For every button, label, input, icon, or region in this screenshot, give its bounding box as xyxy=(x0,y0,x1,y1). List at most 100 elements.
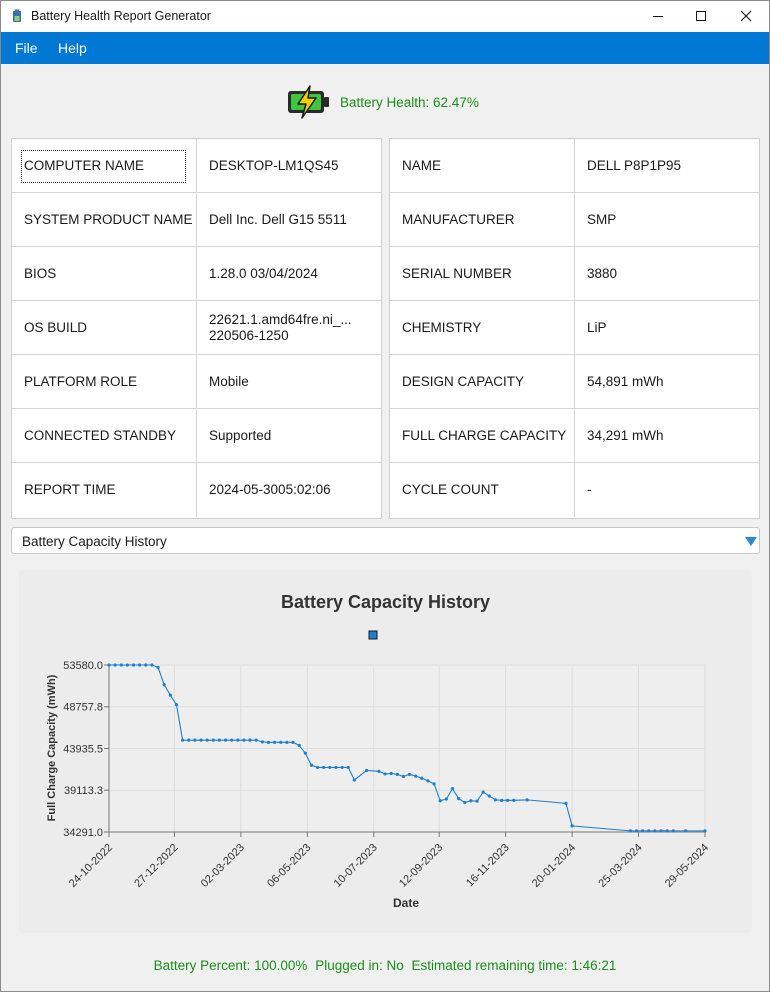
system-info-row: SYSTEM PRODUCT NAME Dell Inc. Dell G15 55… xyxy=(12,193,381,247)
system-info-value[interactable]: Mobile xyxy=(197,355,381,408)
data-point xyxy=(119,663,123,667)
system-info-value[interactable]: 22621.1.amd64fre.ni_... 220506-1250 xyxy=(197,301,381,354)
system-info-key[interactable]: REPORT TIME xyxy=(12,463,197,517)
data-point xyxy=(340,765,344,770)
x-tick-label: 02-03-2023 xyxy=(199,842,247,890)
data-point xyxy=(564,801,568,805)
battery-info-key[interactable]: FULL CHARGE CAPACITY xyxy=(390,409,575,462)
data-point xyxy=(107,663,111,667)
battery-info-key[interactable]: DESIGN CAPACITY xyxy=(390,355,575,408)
remaining-time-text: Estimated remaining time: 1:46:21 xyxy=(411,958,617,973)
y-tick-label: 43935.5 xyxy=(63,744,103,756)
data-point xyxy=(346,765,350,770)
data-point xyxy=(432,782,436,786)
system-info-row: OS BUILD 22621.1.amd64fre.ni_... 220506-1… xyxy=(12,301,381,355)
data-point xyxy=(683,829,688,833)
data-point xyxy=(365,768,369,773)
system-info-row: REPORT TIME 2024-05-3005:02:06 xyxy=(12,463,381,517)
system-info-key[interactable]: BIOS xyxy=(12,247,197,300)
minimize-icon xyxy=(653,16,663,17)
system-info-table: COMPUTER NAME DESKTOP-LM1QS45 SYSTEM PRODU… xyxy=(11,138,382,519)
system-info-value[interactable]: DESKTOP-LM1QS45 xyxy=(197,139,381,192)
data-point xyxy=(279,740,283,744)
menu-file[interactable]: File xyxy=(15,40,38,56)
battery-info-key[interactable]: CHEMISTRY xyxy=(390,301,575,354)
data-point xyxy=(248,738,252,742)
data-point xyxy=(328,765,332,770)
x-tick-label: 16-11-2023 xyxy=(464,842,512,890)
data-point xyxy=(641,829,645,833)
data-point xyxy=(334,765,338,770)
x-tick-label: 29-05-2024 xyxy=(663,842,711,890)
battery-info-value[interactable]: 34,291 mWh xyxy=(575,409,759,462)
close-button[interactable] xyxy=(723,1,769,31)
data-point xyxy=(156,665,160,670)
battery-info-key[interactable]: SERIAL NUMBER xyxy=(390,247,575,300)
system-info-key[interactable]: CONNECTED STANDBY xyxy=(12,409,197,462)
data-point xyxy=(138,663,142,667)
data-point xyxy=(273,740,277,744)
battery-info-key[interactable]: MANUFACTURER xyxy=(390,193,575,246)
minimize-button[interactable] xyxy=(635,1,681,31)
data-point xyxy=(181,738,185,742)
report-type-dropdown[interactable]: Battery Capacity History xyxy=(11,527,760,554)
data-point xyxy=(512,798,516,802)
data-point xyxy=(653,829,657,833)
data-point xyxy=(426,779,430,783)
chart-panel: Battery Capacity History 24-10-2022 27-12… xyxy=(19,570,752,933)
battery-info-key[interactable]: CYCLE COUNT xyxy=(390,463,575,517)
system-info-row: CONNECTED STANDBY Supported xyxy=(12,409,381,463)
system-info-row: PLATFORM ROLE Mobile xyxy=(12,355,381,409)
system-info-value[interactable]: Supported xyxy=(197,409,381,462)
menu-help[interactable]: Help xyxy=(58,40,87,56)
battery-info-row: MANUFACTURER SMP xyxy=(390,193,759,247)
data-point xyxy=(205,738,209,742)
battery-info-value[interactable]: - xyxy=(575,463,759,517)
status-bar: Battery Percent: 100.00% Plugged in: No … xyxy=(1,958,769,973)
system-info-value[interactable]: Dell Inc. Dell G15 5511 xyxy=(197,193,381,246)
system-info-value[interactable]: 1.28.0 03/04/2024 xyxy=(197,247,381,300)
maximize-button[interactable] xyxy=(678,1,724,31)
data-point xyxy=(457,796,461,801)
battery-info-value[interactable]: 54,891 mWh xyxy=(575,355,759,408)
battery-info-table: NAME DELL P8P1P95 MANUFACTURER SMP SERIAL NU… xyxy=(389,138,760,519)
data-point xyxy=(671,829,675,833)
system-info-key[interactable]: PLATFORM ROLE xyxy=(12,355,197,408)
x-axis-label: Date xyxy=(393,896,419,910)
window-title: Battery Health Report Generator xyxy=(31,9,211,23)
legend-marker xyxy=(368,630,378,640)
data-point xyxy=(493,798,498,802)
battery-info-key[interactable]: NAME xyxy=(390,139,575,192)
data-point xyxy=(223,738,228,742)
data-point xyxy=(254,738,258,742)
data-point xyxy=(438,799,442,803)
system-info-key[interactable]: SYSTEM PRODUCT NAME xyxy=(12,193,197,246)
data-point xyxy=(506,798,510,802)
app-icon xyxy=(13,9,21,22)
battery-info-value[interactable]: 3880 xyxy=(575,247,759,300)
system-info-value[interactable]: 2024-05-3005:02:06 xyxy=(197,463,381,517)
battery-info-value[interactable]: DELL P8P1P95 xyxy=(575,139,759,192)
data-point xyxy=(125,663,130,667)
focus-rectangle xyxy=(21,150,186,183)
data-point xyxy=(230,738,234,742)
data-point xyxy=(487,794,491,798)
battery-health-header: Battery Health: 62.47% xyxy=(1,83,769,123)
data-point xyxy=(260,740,264,744)
data-point xyxy=(634,829,639,833)
x-tick-label: 25-03-2024 xyxy=(596,842,644,890)
battery-info-value[interactable]: LiP xyxy=(575,301,759,354)
x-tick-label: 27-12-2022 xyxy=(132,842,180,890)
system-info-key[interactable]: OS BUILD xyxy=(12,301,197,354)
battery-health-text: Battery Health: 62.47% xyxy=(340,95,479,110)
y-tick-label: 53580.0 xyxy=(63,660,103,672)
battery-percent-text: Battery Percent: 100.00% xyxy=(153,958,308,973)
battery-info-value[interactable]: SMP xyxy=(575,193,759,246)
title-bar[interactable]: Battery Health Report Generator xyxy=(1,1,769,32)
data-point xyxy=(377,769,381,773)
data-point xyxy=(242,738,246,742)
data-point xyxy=(113,663,117,667)
chevron-down-icon[interactable] xyxy=(744,535,758,547)
capacity-chart: Battery Capacity History 24-10-2022 27-12… xyxy=(46,592,711,910)
data-point xyxy=(463,800,467,805)
